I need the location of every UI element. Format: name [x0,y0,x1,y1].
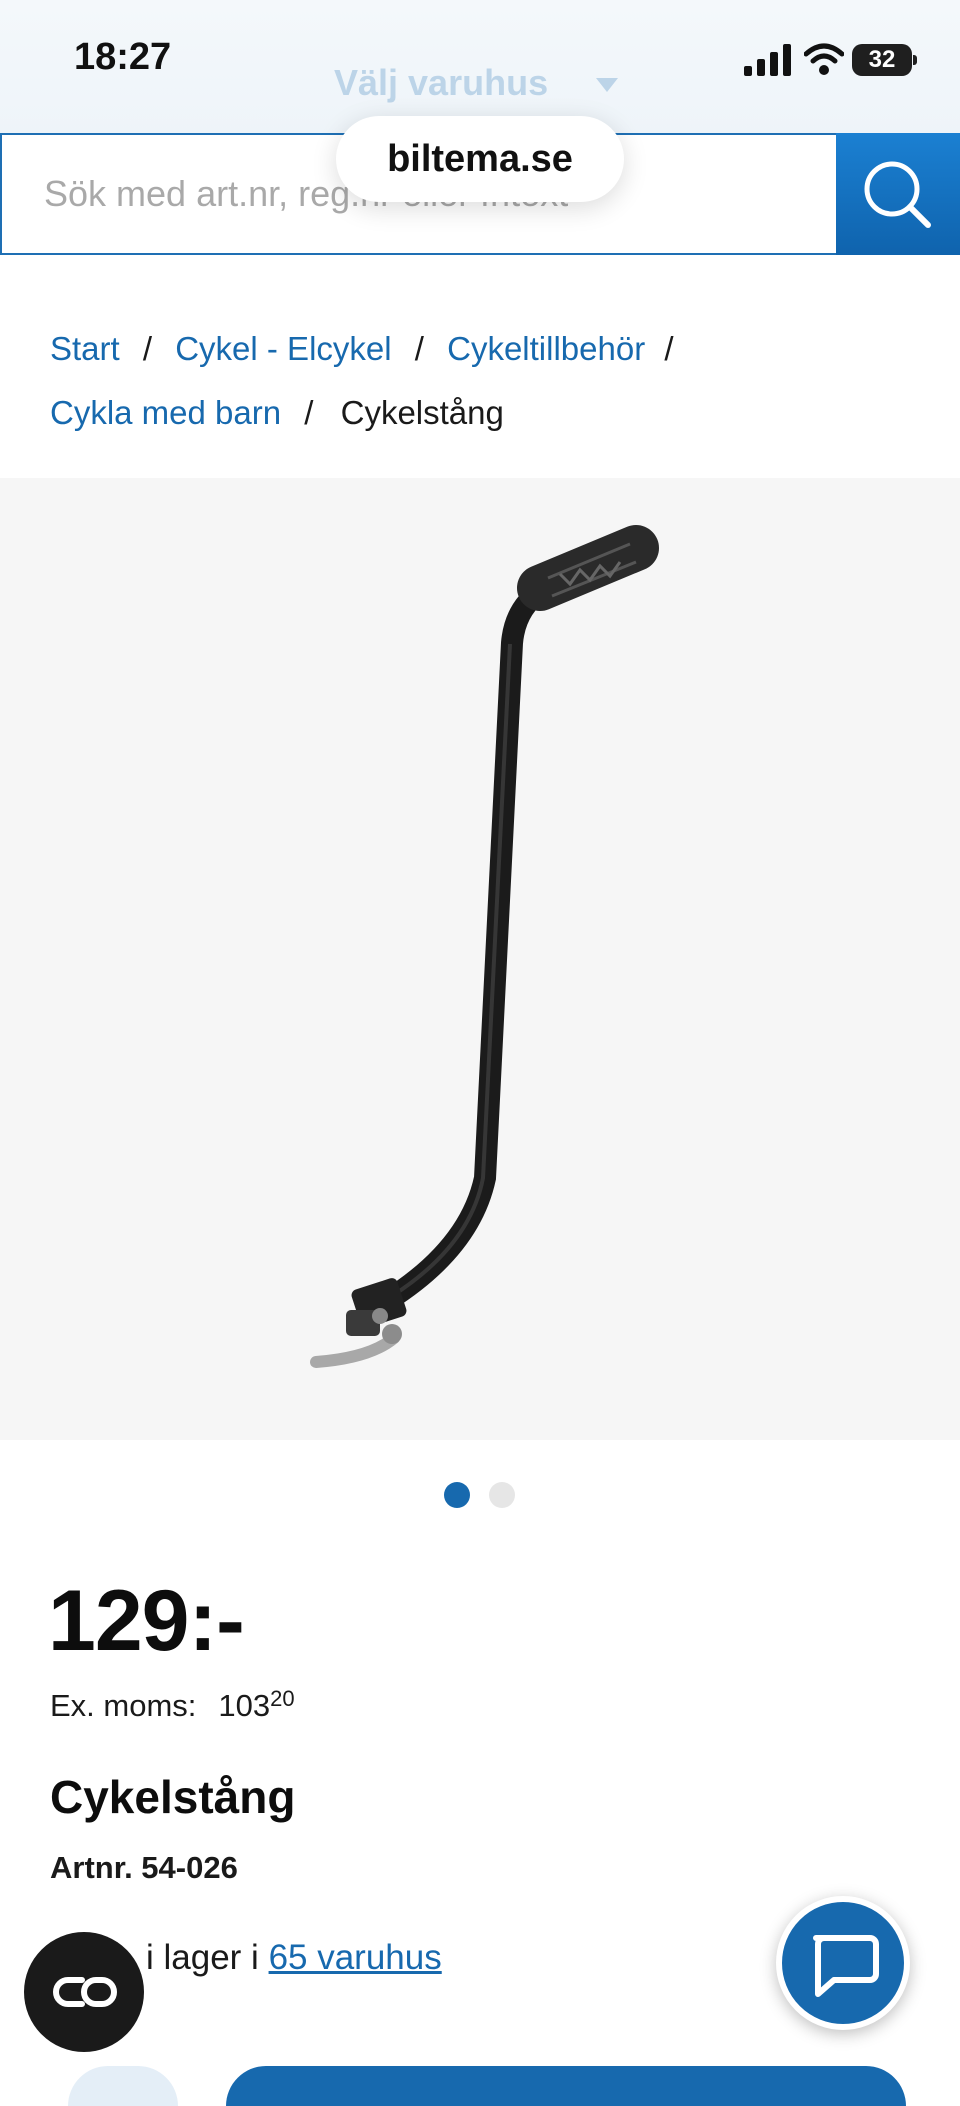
ex-moms-decimals: 20 [270,1686,295,1711]
gallery-dot-2[interactable] [489,1482,515,1508]
product-image-gallery[interactable] [0,478,960,1440]
bottom-secondary-button[interactable] [68,2066,178,2106]
battery-indicator: 32 [852,44,912,76]
stock-status: i lager i 65 varuhus [146,1938,442,1978]
chevron-down-icon[interactable] [596,78,618,92]
breadcrumb-separator: / [664,330,674,367]
wifi-icon [804,43,844,75]
product-image [310,525,659,1368]
breadcrumb-cykeltillbehor[interactable]: Cykeltillbehör [447,330,645,367]
chat-button[interactable] [776,1896,910,2030]
breadcrumb-cykel-elcykel[interactable]: Cykel - Elcykel [175,330,391,367]
assistant-button[interactable] [24,1932,144,2052]
store-selector[interactable]: Välj varuhus [334,62,548,104]
breadcrumb-line-2: Cykla med barn / Cykelstång [50,394,504,432]
product-title: Cykelstång [50,1771,296,1823]
breadcrumb-separator: / [142,330,153,367]
search-icon [864,161,931,228]
price-ex-moms: Ex. moms: 10320 [50,1686,295,1724]
ex-moms-value: 103 [218,1688,271,1723]
breadcrumb-current: Cykelstång [340,394,504,431]
browser-url-pill[interactable]: biltema.se [336,116,624,202]
breadcrumb-separator: / [304,394,314,431]
product-price: 129:- [48,1573,245,1669]
gallery-dot-1[interactable] [444,1482,470,1508]
add-to-cart-button[interactable] [226,2066,906,2106]
battery-tip [913,55,917,65]
status-time: 18:27 [74,36,172,78]
signal-icon [744,44,791,76]
assistant-icon [53,1977,117,2007]
breadcrumb-start[interactable]: Start [50,330,120,367]
breadcrumb-cykla-med-barn[interactable]: Cykla med barn [50,394,281,431]
breadcrumb: Start / Cykel - Elcykel / Cykeltillbehör… [50,330,684,368]
search-button[interactable] [836,133,960,255]
store-availability-link[interactable]: 65 varuhus [269,1938,442,1977]
ex-moms-label: Ex. moms: [50,1688,197,1723]
chat-icon [813,1935,879,1997]
stock-prefix: i lager i [146,1938,259,1977]
breadcrumb-separator: / [414,330,424,367]
article-number: Artnr. 54-026 [50,1850,238,1885]
